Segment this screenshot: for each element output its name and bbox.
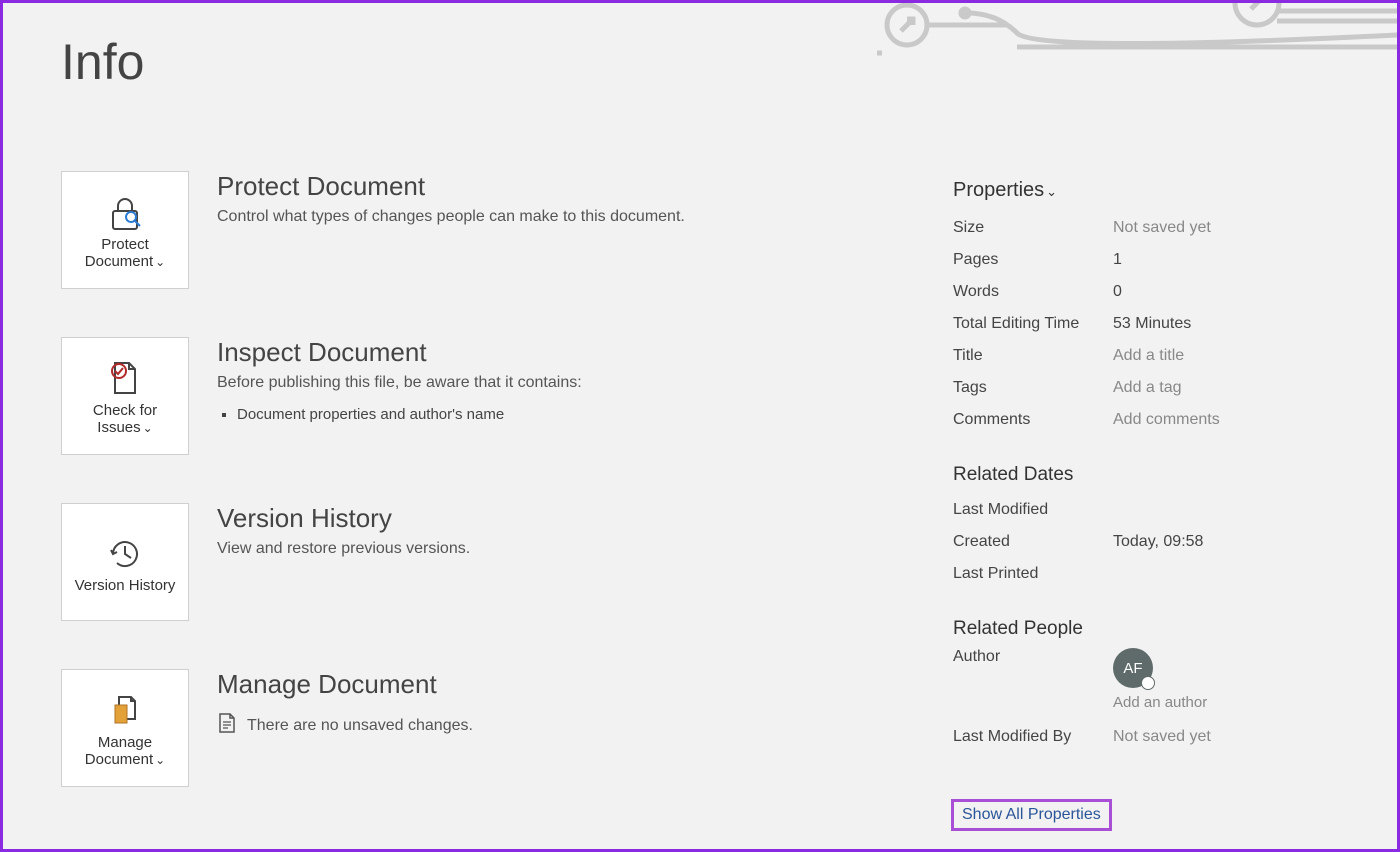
protect-document-button[interactable]: Protect Document⌄ — [61, 171, 189, 289]
last-printed-label: Last Printed — [953, 558, 1113, 590]
check-for-issues-button[interactable]: Check for Issues⌄ — [61, 337, 189, 455]
manage-document-label: Manage Document — [85, 734, 153, 768]
version-history-desc: View and restore previous versions. — [217, 540, 931, 558]
size-label: Size — [953, 212, 1113, 244]
avatar[interactable]: AF — [1113, 648, 1153, 688]
pages-value: 1 — [1113, 244, 1122, 276]
tags-label: Tags — [953, 372, 1113, 404]
inspect-bullet-1: Document properties and author's name — [237, 406, 931, 423]
presence-indicator — [1141, 676, 1155, 690]
history-icon — [105, 531, 145, 577]
protect-document-label: Protect Document — [85, 236, 153, 270]
circuit-decoration — [877, 3, 1397, 73]
created-value: Today, 09:58 — [1113, 526, 1203, 558]
words-label: Words — [953, 276, 1113, 308]
title-label: Title — [953, 340, 1113, 372]
related-dates-heading: Related Dates — [953, 464, 1353, 486]
document-check-icon — [105, 356, 145, 402]
created-label: Created — [953, 526, 1113, 558]
edit-time-label: Total Editing Time — [953, 308, 1113, 340]
manage-document-note: There are no unsaved changes. — [247, 717, 473, 735]
manage-document-button[interactable]: Manage Document⌄ — [61, 669, 189, 787]
related-people-heading: Related People — [953, 618, 1353, 640]
manage-document-row: Manage Document⌄ Manage Document There a… — [61, 669, 931, 787]
properties-heading-label: Properties — [953, 179, 1044, 201]
chevron-down-icon: ⌄ — [155, 255, 165, 269]
chevron-down-icon: ⌄ — [143, 421, 153, 435]
protect-document-desc: Control what types of changes people can… — [217, 208, 931, 226]
protect-document-heading: Protect Document — [217, 171, 931, 202]
tags-value[interactable]: Add a tag — [1113, 372, 1182, 404]
avatar-initials: AF — [1123, 660, 1142, 677]
properties-heading[interactable]: Properties⌄ — [953, 179, 1353, 202]
add-author-link[interactable]: Add an author — [1113, 694, 1207, 711]
chevron-down-icon: ⌄ — [155, 753, 165, 767]
unsaved-doc-icon — [217, 712, 237, 739]
comments-label: Comments — [953, 404, 1113, 436]
comments-value[interactable]: Add comments — [1113, 404, 1220, 436]
inspect-document-row: Check for Issues⌄ Inspect Document Befor… — [61, 337, 931, 455]
edit-time-value: 53 Minutes — [1113, 308, 1191, 340]
protect-document-row: Protect Document⌄ Protect Document Contr… — [61, 171, 931, 289]
documents-icon — [105, 688, 145, 734]
last-modified-by-value: Not saved yet — [1113, 721, 1211, 753]
show-all-properties-label: Show All Properties — [962, 806, 1101, 823]
version-history-row: Version History Version History View and… — [61, 503, 931, 621]
manage-document-heading: Manage Document — [217, 669, 931, 700]
version-history-button[interactable]: Version History — [61, 503, 189, 621]
inspect-document-desc: Before publishing this file, be aware th… — [217, 374, 931, 392]
title-value[interactable]: Add a title — [1113, 340, 1184, 372]
version-history-label: Version History — [75, 577, 176, 594]
chevron-down-icon: ⌄ — [1046, 184, 1057, 199]
words-value: 0 — [1113, 276, 1122, 308]
size-value: Not saved yet — [1113, 212, 1211, 244]
page-title: Info — [61, 33, 144, 91]
last-modified-label: Last Modified — [953, 494, 1113, 526]
pages-label: Pages — [953, 244, 1113, 276]
version-history-heading: Version History — [217, 503, 931, 534]
inspect-document-heading: Inspect Document — [217, 337, 931, 368]
show-all-properties-link[interactable]: Show All Properties — [951, 799, 1112, 831]
last-modified-by-label: Last Modified By — [953, 721, 1113, 753]
author-label: Author — [953, 648, 1113, 711]
lock-icon — [105, 190, 145, 236]
